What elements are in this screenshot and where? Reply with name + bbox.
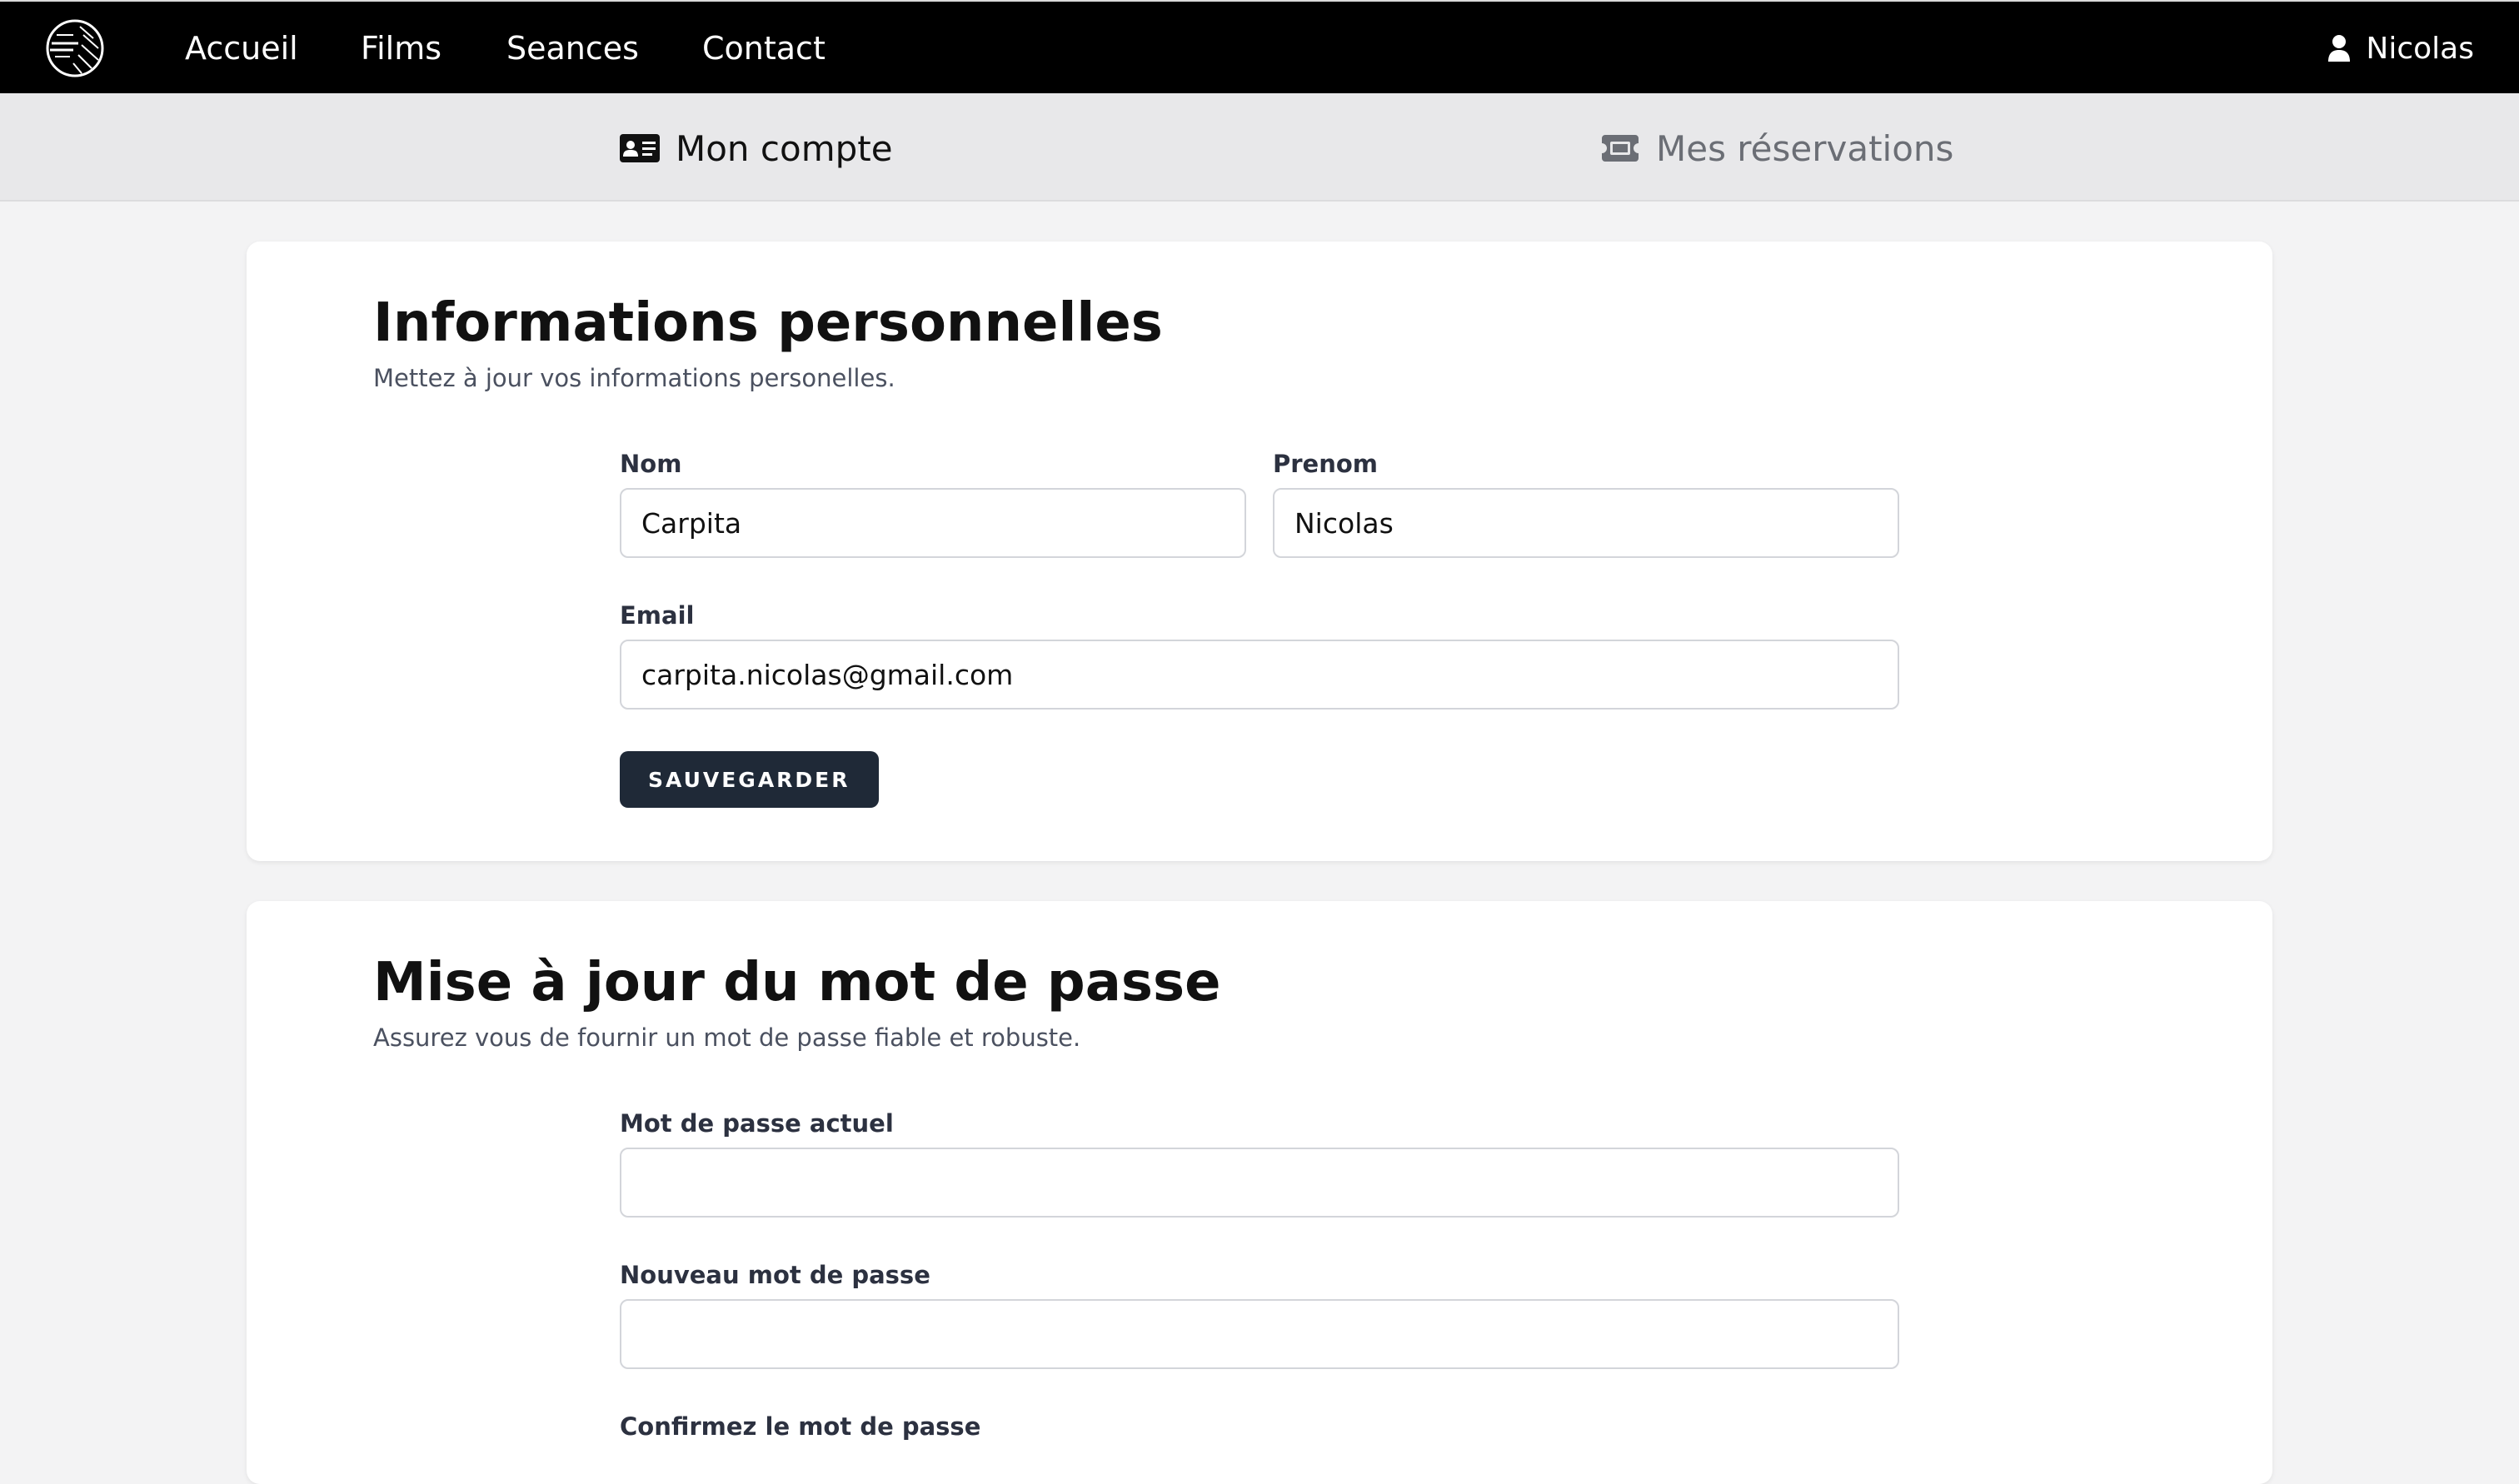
email-label: Email xyxy=(620,601,695,630)
user-name: Nicolas xyxy=(2366,31,2474,66)
tab-mon-compte-label: Mon compte xyxy=(676,127,893,169)
prenom-label: Prenom xyxy=(1273,450,1379,478)
account-tabs: Mon compte Mes réservations xyxy=(0,93,2519,202)
current-password-input[interactable] xyxy=(620,1148,1899,1218)
cinema-logo-icon[interactable] xyxy=(45,18,105,78)
nav-link-accueil[interactable]: Accueil xyxy=(185,28,298,68)
tab-mes-reservations-label: Mes réservations xyxy=(1656,127,1954,169)
prenom-input[interactable] xyxy=(1273,488,1899,558)
user-icon xyxy=(2328,35,2351,62)
new-password-input[interactable] xyxy=(620,1299,1899,1369)
tab-mes-reservations[interactable]: Mes réservations xyxy=(1599,125,1953,172)
password-description: Assurez vous de fournir un mot de passe … xyxy=(373,1023,1081,1052)
save-button[interactable]: SAUVEGARDER xyxy=(620,751,879,808)
top-navbar: Accueil Films Seances Contact Nicolas xyxy=(0,0,2519,93)
personal-info-title: Informations personnelles xyxy=(373,292,1163,354)
personal-info-description: Mettez à jour vos informations personell… xyxy=(373,364,895,392)
tab-mon-compte[interactable]: Mon compte xyxy=(619,125,893,172)
confirm-password-label: Confirmez le mot de passe xyxy=(620,1412,981,1441)
nav-link-seances[interactable]: Seances xyxy=(506,28,639,68)
password-title: Mise à jour du mot de passe xyxy=(373,952,1221,1013)
nom-label: Nom xyxy=(620,450,682,478)
ticket-icon xyxy=(1602,135,1639,162)
nav-link-contact[interactable]: Contact xyxy=(702,28,826,68)
nom-input[interactable] xyxy=(620,488,1246,558)
new-password-label: Nouveau mot de passe xyxy=(620,1261,930,1289)
email-input[interactable] xyxy=(620,640,1899,710)
user-menu[interactable]: Nicolas xyxy=(2327,28,2474,68)
nav-link-films[interactable]: Films xyxy=(361,28,441,68)
id-card-icon xyxy=(620,134,660,162)
current-password-label: Mot de passe actuel xyxy=(620,1109,894,1138)
